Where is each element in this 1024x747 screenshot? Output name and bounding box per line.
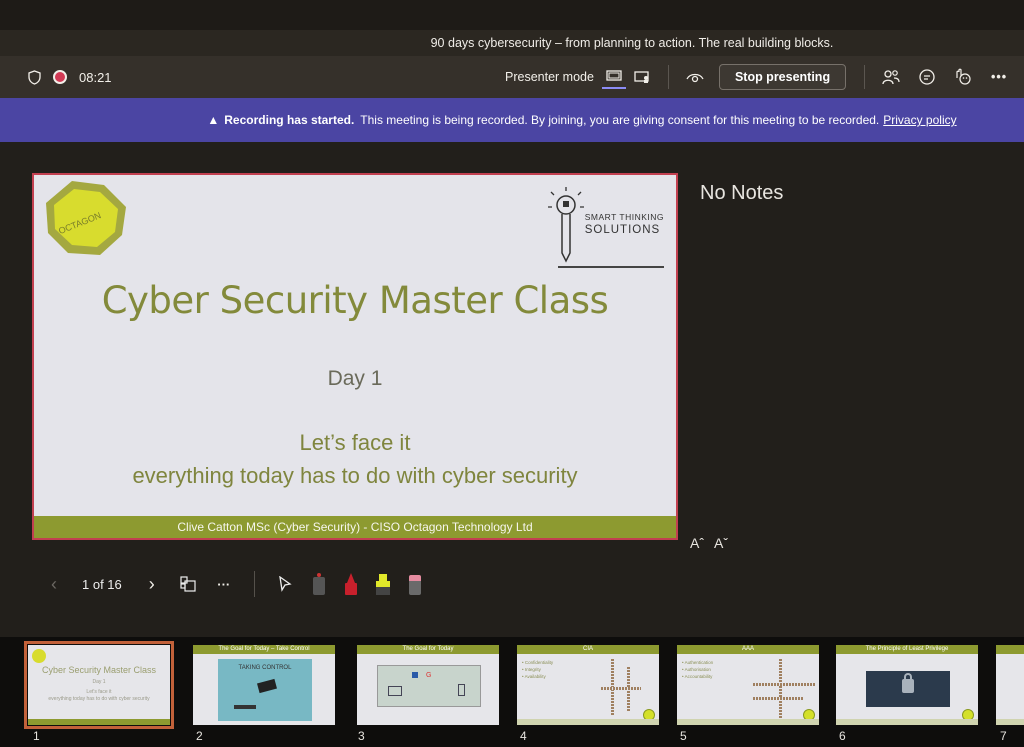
thumbnail-slide-2[interactable]: The Goal for Today – Take Control TAKING…	[193, 645, 335, 725]
crossword-graphic	[601, 687, 641, 690]
slide-navigation: ‹ 1 of 16 › ···	[36, 568, 431, 600]
thumbnail-number: 7	[1000, 729, 1007, 743]
next-slide-button[interactable]: ›	[140, 572, 164, 596]
devices-image: G	[377, 665, 481, 707]
banner-bold-text: Recording has started.	[224, 113, 355, 127]
slide-title: Cyber Security Master Class	[101, 279, 609, 322]
thumbnail-logo-icon	[32, 649, 46, 663]
thumbnail-slide-6[interactable]: The Principle of Least Privilege	[836, 645, 978, 725]
thumbnail-footer	[677, 719, 819, 725]
banner-text: This meeting is being recorded. By joini…	[360, 113, 880, 127]
thumbnail-slide-3[interactable]: The Goal for Today G	[357, 645, 499, 725]
reactions-icon[interactable]	[951, 65, 975, 89]
thumbnail-slide-1[interactable]: Cyber Security Master Class Day 1 Let's …	[24, 641, 174, 729]
current-slide: OCTAGON SMART THINKING SOLUTIONS Cyber S…	[32, 173, 678, 540]
meeting-title-bar: 90 days cybersecurity – from planning to…	[0, 30, 1024, 56]
people-icon[interactable]	[879, 65, 903, 89]
thumbnail-bullets: • Confidentiality • Integrity • Availabi…	[522, 660, 554, 679]
thumbnail-title: The Goal for Today	[357, 645, 499, 654]
more-icon[interactable]: •••	[987, 65, 1011, 89]
slide-thumbnail-strip: Cyber Security Master Class Day 1 Let's …	[0, 637, 1024, 747]
decrease-font-button[interactable]: Aˇ	[714, 535, 728, 551]
screen-top-bezel	[0, 0, 1024, 30]
more-options-icon[interactable]: ···	[212, 572, 236, 596]
presenter-mode-label: Presenter mode	[505, 70, 594, 84]
chat-icon[interactable]	[915, 65, 939, 89]
privacy-policy-link[interactable]: Privacy policy	[883, 113, 956, 127]
speaker-notes: No Notes	[700, 182, 784, 204]
pointer-icon[interactable]	[273, 572, 297, 596]
notes-font-controls: Aˆ Aˇ	[690, 535, 728, 551]
presenter-toolbar: 08:21 Presenter mode Stop presenting •••	[0, 56, 1024, 98]
thumbnail-footer	[517, 719, 659, 725]
thumbnail-title: CIA	[517, 645, 659, 654]
thumbnail-subtitle: Let's face it	[86, 689, 112, 695]
meeting-title: 90 days cybersecurity – from planning to…	[430, 36, 834, 50]
grid-view-icon[interactable]	[176, 572, 200, 596]
thumbnail-slide-7[interactable]	[996, 645, 1024, 725]
thumbnail-number: 6	[839, 729, 846, 743]
thumbnail-title: Cyber Security Master Class	[41, 665, 157, 675]
thumbnail-footer	[996, 719, 1024, 725]
highlighter-icon[interactable]	[375, 571, 391, 597]
thumbnail-number: 3	[358, 729, 365, 743]
meeting-timer: 08:21	[79, 69, 112, 85]
thumbnail-slide-4[interactable]: CIA • Confidentiality • Integrity • Avai…	[517, 645, 659, 725]
thumbnail-title: The Principle of Least Privilege	[836, 645, 978, 654]
eraser-icon[interactable]	[407, 571, 423, 597]
slide-subtitle-line2: everything today has to do with cyber se…	[132, 463, 578, 488]
toolbar-divider	[864, 65, 866, 89]
thumbnail-title	[996, 645, 1024, 654]
toolbar-left: 08:21	[28, 56, 112, 98]
warning-icon: ▲	[207, 113, 220, 127]
presenter-view-icon[interactable]	[630, 65, 654, 89]
thumbnail-footer	[28, 719, 170, 725]
crossword-graphic	[779, 659, 782, 719]
increase-font-button[interactable]: Aˆ	[690, 535, 704, 551]
previous-slide-button[interactable]: ‹	[42, 572, 66, 596]
crossword-graphic	[753, 683, 815, 686]
thumbnail-slide-5[interactable]: AAA • Authentication • Authorisation • A…	[677, 645, 819, 725]
toolbar-right: Presenter mode Stop presenting •••	[505, 56, 1011, 98]
thumbnail-number: 4	[520, 729, 527, 743]
crossword-graphic	[753, 697, 803, 700]
recording-banner: ▲ Recording has started. This meeting is…	[0, 98, 1024, 142]
eye-icon[interactable]	[683, 65, 707, 89]
logo-underline	[558, 266, 664, 268]
navbar-divider	[253, 571, 255, 597]
slide-counter: 1 of 16	[82, 576, 122, 592]
thumbnail-day: Day 1	[92, 679, 106, 685]
slide-day: Day 1	[327, 367, 383, 390]
shield-icon[interactable]	[28, 69, 41, 85]
red-pen-icon[interactable]	[343, 571, 359, 597]
slide-subtitle-line1: Let’s face it	[299, 430, 411, 455]
thumbnail-subtitle: everything today has to do with cyber se…	[48, 696, 150, 702]
record-icon	[53, 70, 67, 84]
octagon-logo-icon: OCTAGON	[46, 181, 126, 255]
thumbnail-title: The Goal for Today – Take Control	[193, 645, 335, 654]
laser-pointer-icon[interactable]	[311, 571, 327, 597]
taking-control-image: TAKING CONTROL	[218, 659, 312, 721]
slide-footer: Clive Catton MSc (Cyber Security) - CISO…	[34, 516, 676, 538]
thumbnail-footer	[836, 719, 978, 725]
thumbnail-title: AAA	[677, 645, 819, 654]
smart-thinking-logo-text: SMART THINKING SOLUTIONS	[584, 212, 664, 236]
standard-view-icon[interactable]	[601, 65, 626, 89]
stop-presenting-button[interactable]: Stop presenting	[718, 64, 847, 90]
toolbar-divider	[667, 65, 669, 89]
padlock-keys-image	[866, 671, 950, 707]
thumbnail-number: 5	[680, 729, 687, 743]
thumbnail-number: 1	[33, 729, 40, 743]
thumbnail-number: 2	[196, 729, 203, 743]
thumbnail-bullets: • Authentication • Authorisation • Accou…	[682, 660, 714, 679]
